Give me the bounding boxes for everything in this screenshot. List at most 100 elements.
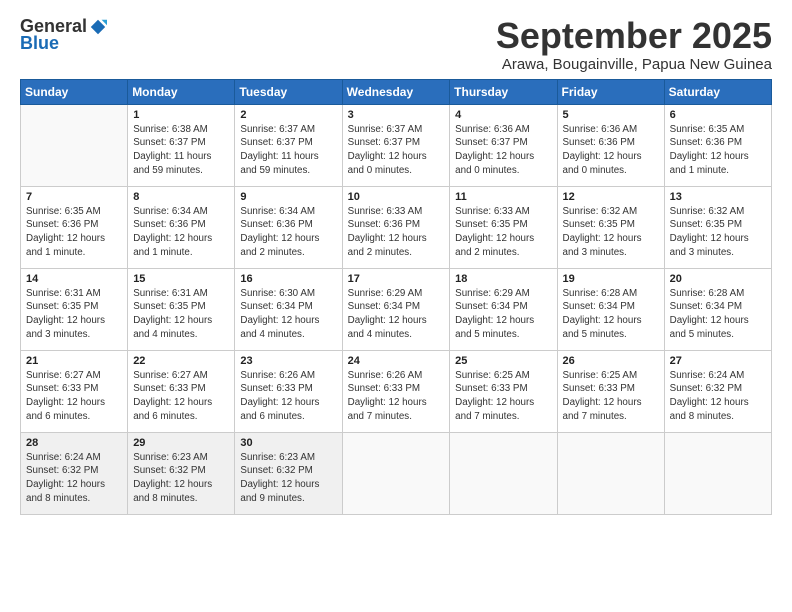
day-info: Sunrise: 6:24 AM Sunset: 6:32 PM Dayligh… xyxy=(670,369,766,424)
calendar-cell: 10Sunrise: 6:33 AM Sunset: 6:36 PM Dayli… xyxy=(342,186,450,268)
day-number: 19 xyxy=(563,273,659,285)
calendar-cell: 11Sunrise: 6:33 AM Sunset: 6:35 PM Dayli… xyxy=(450,186,557,268)
day-number: 25 xyxy=(455,355,551,367)
day-of-week-sunday: Sunday xyxy=(21,79,128,104)
day-number: 20 xyxy=(670,273,766,285)
calendar-cell xyxy=(664,432,771,514)
day-number: 5 xyxy=(563,109,659,121)
day-number: 26 xyxy=(563,355,659,367)
logo: General Blue xyxy=(20,16,107,54)
calendar-cell xyxy=(557,432,664,514)
day-number: 14 xyxy=(26,273,122,285)
calendar-week-row: 1 Sunrise: 6:38 AM Sunset: 6:37 PM Daylig… xyxy=(21,104,772,186)
calendar-cell: 29 Sunrise: 6:23 AM Sunset: 6:32 PM Dayli… xyxy=(128,432,235,514)
day-number: 17 xyxy=(348,273,445,285)
day-info: Sunrise: 6:27 AM Sunset: 6:33 PM Dayligh… xyxy=(26,369,122,424)
month-title: September 2025 xyxy=(496,16,772,56)
day-info: Sunrise: 6:34 AM Sunset: 6:36 PM Dayligh… xyxy=(240,205,336,260)
day-info: Sunrise: 6:23 AM Sunset: 6:32 PM Dayligh… xyxy=(133,451,229,506)
calendar-cell: 5 Sunrise: 6:36 AM Sunset: 6:36 PM Daylig… xyxy=(557,104,664,186)
day-info: Sunrise: 6:36 AM Sunset: 6:37 PM Dayligh… xyxy=(455,123,551,178)
day-number: 23 xyxy=(240,355,336,367)
calendar-cell: 22 Sunrise: 6:27 AM Sunset: 6:33 PM Dayli… xyxy=(128,350,235,432)
header: General Blue September 2025 Arawa, Bouga… xyxy=(20,16,772,73)
logo-blue-text: Blue xyxy=(20,33,59,54)
day-number: 6 xyxy=(670,109,766,121)
day-info: Sunrise: 6:24 AM Sunset: 6:32 PM Dayligh… xyxy=(26,451,122,506)
day-info: Sunrise: 6:36 AM Sunset: 6:36 PM Dayligh… xyxy=(563,123,659,178)
day-number: 7 xyxy=(26,191,122,203)
day-number: 18 xyxy=(455,273,551,285)
calendar-cell xyxy=(450,432,557,514)
calendar-cell: 2Sunrise: 6:37 AM Sunset: 6:37 PM Daylig… xyxy=(235,104,342,186)
calendar-cell: 27Sunrise: 6:24 AM Sunset: 6:32 PM Dayli… xyxy=(664,350,771,432)
calendar-cell: 6 Sunrise: 6:35 AM Sunset: 6:36 PM Daylig… xyxy=(664,104,771,186)
day-info: Sunrise: 6:27 AM Sunset: 6:33 PM Dayligh… xyxy=(133,369,229,424)
day-info: Sunrise: 6:37 AM Sunset: 6:37 PM Dayligh… xyxy=(240,123,336,178)
day-of-week-tuesday: Tuesday xyxy=(235,79,342,104)
calendar-cell xyxy=(342,432,450,514)
calendar-cell: 14Sunrise: 6:31 AM Sunset: 6:35 PM Dayli… xyxy=(21,268,128,350)
calendar-week-row: 21 Sunrise: 6:27 AM Sunset: 6:33 PM Dayli… xyxy=(21,350,772,432)
day-number: 30 xyxy=(240,437,336,449)
day-number: 24 xyxy=(348,355,445,367)
day-info: Sunrise: 6:25 AM Sunset: 6:33 PM Dayligh… xyxy=(455,369,551,424)
day-number: 29 xyxy=(133,437,229,449)
day-info: Sunrise: 6:38 AM Sunset: 6:37 PM Dayligh… xyxy=(133,123,229,178)
page: General Blue September 2025 Arawa, Bouga… xyxy=(0,0,792,612)
day-number: 9 xyxy=(240,191,336,203)
day-info: Sunrise: 6:23 AM Sunset: 6:32 PM Dayligh… xyxy=(240,451,336,506)
day-number: 12 xyxy=(563,191,659,203)
calendar-cell: 9 Sunrise: 6:34 AM Sunset: 6:36 PM Daylig… xyxy=(235,186,342,268)
day-number: 22 xyxy=(133,355,229,367)
day-info: Sunrise: 6:28 AM Sunset: 6:34 PM Dayligh… xyxy=(563,287,659,342)
calendar-cell: 13Sunrise: 6:32 AM Sunset: 6:35 PM Dayli… xyxy=(664,186,771,268)
day-info: Sunrise: 6:25 AM Sunset: 6:33 PM Dayligh… xyxy=(563,369,659,424)
calendar-cell: 15 Sunrise: 6:31 AM Sunset: 6:35 PM Dayli… xyxy=(128,268,235,350)
day-info: Sunrise: 6:28 AM Sunset: 6:34 PM Dayligh… xyxy=(670,287,766,342)
location: Arawa, Bougainville, Papua New Guinea xyxy=(496,56,772,73)
day-info: Sunrise: 6:32 AM Sunset: 6:35 PM Dayligh… xyxy=(670,205,766,260)
day-number: 4 xyxy=(455,109,551,121)
day-number: 28 xyxy=(26,437,122,449)
calendar-cell: 18 Sunrise: 6:29 AM Sunset: 6:34 PM Dayli… xyxy=(450,268,557,350)
day-number: 21 xyxy=(26,355,122,367)
day-of-week-saturday: Saturday xyxy=(664,79,771,104)
calendar-week-row: 28 Sunrise: 6:24 AM Sunset: 6:32 PM Dayli… xyxy=(21,432,772,514)
day-info: Sunrise: 6:30 AM Sunset: 6:34 PM Dayligh… xyxy=(240,287,336,342)
day-info: Sunrise: 6:31 AM Sunset: 6:35 PM Dayligh… xyxy=(133,287,229,342)
calendar-cell: 23 Sunrise: 6:26 AM Sunset: 6:33 PM Dayli… xyxy=(235,350,342,432)
day-number: 15 xyxy=(133,273,229,285)
calendar-week-row: 7 Sunrise: 6:35 AM Sunset: 6:36 PM Daylig… xyxy=(21,186,772,268)
day-info: Sunrise: 6:35 AM Sunset: 6:36 PM Dayligh… xyxy=(670,123,766,178)
calendar-cell: 16 Sunrise: 6:30 AM Sunset: 6:34 PM Dayli… xyxy=(235,268,342,350)
calendar-cell: 25 Sunrise: 6:25 AM Sunset: 6:33 PM Dayli… xyxy=(450,350,557,432)
calendar-cell: 12 Sunrise: 6:32 AM Sunset: 6:35 PM Dayli… xyxy=(557,186,664,268)
day-of-week-friday: Friday xyxy=(557,79,664,104)
calendar-cell: 26 Sunrise: 6:25 AM Sunset: 6:33 PM Dayli… xyxy=(557,350,664,432)
calendar-cell xyxy=(21,104,128,186)
day-info: Sunrise: 6:29 AM Sunset: 6:34 PM Dayligh… xyxy=(348,287,445,342)
day-of-week-wednesday: Wednesday xyxy=(342,79,450,104)
day-info: Sunrise: 6:26 AM Sunset: 6:33 PM Dayligh… xyxy=(240,369,336,424)
day-info: Sunrise: 6:32 AM Sunset: 6:35 PM Dayligh… xyxy=(563,205,659,260)
calendar-cell: 3Sunrise: 6:37 AM Sunset: 6:37 PM Daylig… xyxy=(342,104,450,186)
day-of-week-thursday: Thursday xyxy=(450,79,557,104)
calendar-cell: 24 Sunrise: 6:26 AM Sunset: 6:33 PM Dayli… xyxy=(342,350,450,432)
day-info: Sunrise: 6:37 AM Sunset: 6:37 PM Dayligh… xyxy=(348,123,445,178)
day-number: 16 xyxy=(240,273,336,285)
calendar-cell: 8 Sunrise: 6:34 AM Sunset: 6:36 PM Daylig… xyxy=(128,186,235,268)
day-number: 1 xyxy=(133,109,229,121)
day-of-week-monday: Monday xyxy=(128,79,235,104)
title-block: September 2025 Arawa, Bougainville, Papu… xyxy=(496,16,772,73)
calendar: SundayMondayTuesdayWednesdayThursdayFrid… xyxy=(20,79,772,515)
day-info: Sunrise: 6:34 AM Sunset: 6:36 PM Dayligh… xyxy=(133,205,229,260)
day-info: Sunrise: 6:29 AM Sunset: 6:34 PM Dayligh… xyxy=(455,287,551,342)
calendar-cell: 1 Sunrise: 6:38 AM Sunset: 6:37 PM Daylig… xyxy=(128,104,235,186)
day-info: Sunrise: 6:26 AM Sunset: 6:33 PM Dayligh… xyxy=(348,369,445,424)
day-info: Sunrise: 6:35 AM Sunset: 6:36 PM Dayligh… xyxy=(26,205,122,260)
calendar-cell: 28 Sunrise: 6:24 AM Sunset: 6:32 PM Dayli… xyxy=(21,432,128,514)
calendar-cell: 30 Sunrise: 6:23 AM Sunset: 6:32 PM Dayli… xyxy=(235,432,342,514)
day-number: 8 xyxy=(133,191,229,203)
calendar-week-row: 14 Sunrise: 6:31 AM Sunset: 6:35 PM Dayli… xyxy=(21,268,772,350)
